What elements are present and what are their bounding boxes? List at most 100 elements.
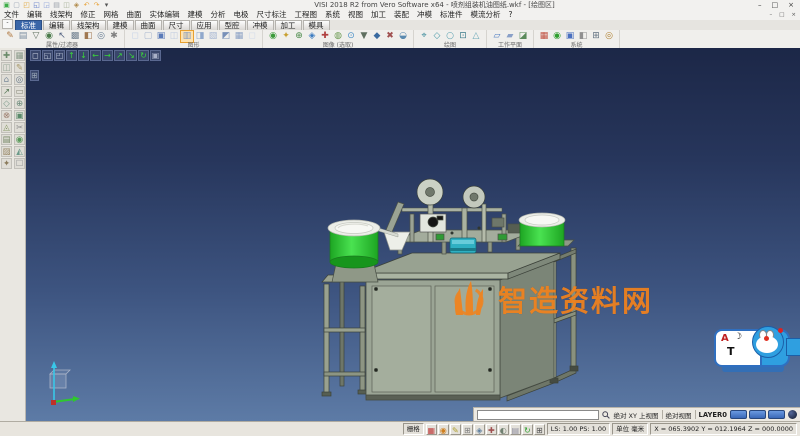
ribbon-tab[interactable]: 加工 <box>275 20 302 30</box>
info-icon[interactable]: ◎ <box>603 31 615 42</box>
pan-icon[interactable]: ◈ <box>306 31 318 42</box>
snap-half-icon[interactable]: ◐ <box>498 424 509 435</box>
current-layer-label[interactable]: LAYER0 <box>699 411 727 419</box>
spin-icon[interactable]: ⊙ <box>345 31 357 42</box>
ribbon-tab[interactable]: 应用 <box>191 20 218 30</box>
menu-item[interactable]: 修正 <box>77 10 100 20</box>
view-front-icon[interactable]: ◻ <box>30 50 41 61</box>
rotate-ne-icon[interactable]: ↗ <box>114 50 125 61</box>
child-minimize-button[interactable]: – <box>769 11 772 19</box>
wireframe-icon[interactable]: ▢ <box>142 31 154 42</box>
menu-item[interactable]: 尺寸标注 <box>253 10 291 20</box>
ribbon-tab[interactable]: 建模 <box>107 20 134 30</box>
sketch-icon[interactable]: ✎ <box>14 62 25 73</box>
mesh-icon[interactable]: ▦ <box>14 50 25 61</box>
view-down-icon[interactable]: ▼ <box>358 31 370 42</box>
menu-item[interactable]: 电极 <box>230 10 253 20</box>
ribbon-tab[interactable]: 模具 <box>303 20 330 30</box>
shaded-icon[interactable]: ▣ <box>155 31 167 42</box>
minimize-button[interactable]: – <box>758 1 762 10</box>
rotate-right-icon[interactable]: → <box>102 50 113 61</box>
menu-item[interactable]: 分析 <box>207 10 230 20</box>
absolute-view-label[interactable]: 绝对视图 <box>666 410 692 420</box>
section-icon[interactable]: ◩ <box>220 31 232 42</box>
triangle-icon[interactable]: △ <box>470 31 482 42</box>
filter-icon[interactable]: ▽ <box>30 31 42 42</box>
menu-item[interactable]: 工程图 <box>291 10 322 20</box>
point-icon[interactable]: ⌖ <box>418 31 430 42</box>
ribbon-collapse-button[interactable]: - <box>2 19 13 29</box>
redo-icon[interactable]: ↷ <box>92 1 101 10</box>
rotate-se-icon[interactable]: ↘ <box>126 50 137 61</box>
spark-icon[interactable]: ✦ <box>1 158 12 169</box>
view-mode-label[interactable]: 绝对 XY 上视图 <box>613 410 658 420</box>
ribbon-tab[interactable]: 曲面 <box>135 20 162 30</box>
rect-icon[interactable]: ⊡ <box>457 31 469 42</box>
print-icon[interactable]: ▤ <box>52 1 61 10</box>
copy-entity-icon[interactable]: ◫ <box>1 62 12 73</box>
ribbon-tab[interactable]: 标准 <box>15 20 42 30</box>
dynamic-rotate-icon[interactable]: ◍ <box>332 31 344 42</box>
layer-list-icon[interactable]: ▤ <box>17 31 29 42</box>
sys-settings-icon[interactable]: ▣ <box>564 31 576 42</box>
snap-mid-icon[interactable]: ◈ <box>474 424 485 435</box>
target-icon[interactable]: ◉ <box>14 134 25 145</box>
menu-item[interactable]: 装配 <box>390 10 413 20</box>
workplane-3pt-icon[interactable]: ◪ <box>517 31 529 42</box>
snap-target-icon[interactable]: ◉ <box>43 31 55 42</box>
cone-icon[interactable]: ◬ <box>1 122 12 133</box>
save-all-icon[interactable]: ◲ <box>42 1 51 10</box>
rotate-left-icon[interactable]: ← <box>90 50 101 61</box>
render-sphere-icon[interactable] <box>788 410 797 419</box>
iso-view-icon[interactable]: ◆ <box>371 31 383 42</box>
circle-tool-icon[interactable]: ◎ <box>14 74 25 85</box>
blank-view-icon[interactable]: ◻ <box>246 31 258 42</box>
shaded-edges-icon[interactable]: ▥ <box>181 31 193 42</box>
pattern-icon[interactable]: ▨ <box>1 146 12 157</box>
boolean-sub-icon[interactable]: ⊗ <box>1 110 12 121</box>
snap-list-icon[interactable]: ▤ <box>510 424 521 435</box>
color-swatch-icon[interactable]: ◧ <box>82 31 94 42</box>
menu-item[interactable]: 线架构 <box>46 10 77 20</box>
diamond-tool-icon[interactable]: ◇ <box>1 98 12 109</box>
menu-item[interactable]: 编辑 <box>23 10 46 20</box>
snap-grid-icon[interactable]: ▦ <box>426 424 437 435</box>
menu-item[interactable]: 模流分析 <box>467 10 505 20</box>
undo-icon[interactable]: ↶ <box>82 1 91 10</box>
layer-color-button-2[interactable] <box>749 410 766 419</box>
move-icon[interactable]: ↗ <box>1 86 12 97</box>
blank-icon[interactable]: ☐ <box>14 158 25 169</box>
ribbon-tab[interactable]: 编辑 <box>43 20 70 30</box>
trim-icon[interactable]: ✂ <box>14 122 25 133</box>
zoom-in-icon[interactable]: ⊕ <box>293 31 305 42</box>
menu-item[interactable]: 曲面 <box>123 10 146 20</box>
circle-icon[interactable]: ○ <box>444 31 456 42</box>
zoom-all-icon[interactable]: ◉ <box>267 31 279 42</box>
refresh-view-icon[interactable]: ◒ <box>397 31 409 42</box>
view-side-icon[interactable]: ◱ <box>42 50 53 61</box>
ok-icon[interactable]: ◉ <box>551 31 563 42</box>
boolean-add-icon[interactable]: ⊕ <box>14 98 25 109</box>
view-box-icon[interactable]: ▣ <box>150 50 161 61</box>
box-tool-icon[interactable]: ▭ <box>14 86 25 97</box>
copy-icon[interactable]: ◫ <box>62 1 71 10</box>
snap-edit-icon[interactable]: ✎ <box>450 424 461 435</box>
open-file-icon[interactable]: ◰ <box>22 1 31 10</box>
save-icon[interactable]: ◱ <box>32 1 41 10</box>
entity-filter-icon[interactable]: ▩ <box>69 31 81 42</box>
calc-icon[interactable]: ◧ <box>577 31 589 42</box>
home-view-icon[interactable]: ⌂ <box>1 74 12 85</box>
menu-item[interactable]: ? <box>505 10 517 20</box>
snap-cross-icon[interactable]: ✚ <box>486 424 497 435</box>
layer-color-button-3[interactable] <box>768 410 785 419</box>
rotate-down-icon[interactable]: ↓ <box>78 50 89 61</box>
ghost-icon[interactable]: ▧ <box>207 31 219 42</box>
menu-item[interactable]: 系统 <box>321 10 344 20</box>
rotate-up-icon[interactable]: ↑ <box>66 50 77 61</box>
qat-dropdown-icon[interactable]: ▾ <box>102 1 111 10</box>
close-button[interactable]: × <box>788 1 794 10</box>
command-input[interactable] <box>477 410 599 420</box>
view-top-icon[interactable]: ◰ <box>54 50 65 61</box>
menu-item[interactable]: 视图 <box>344 10 367 20</box>
spin-view-icon[interactable]: ↻ <box>138 50 149 61</box>
